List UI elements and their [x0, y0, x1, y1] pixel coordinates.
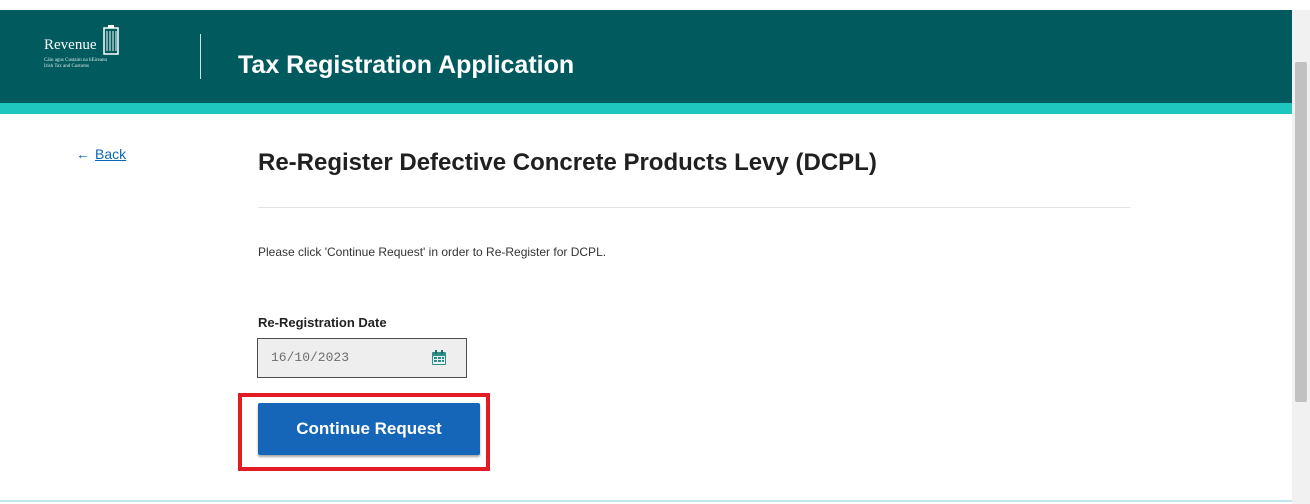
app-title: Tax Registration Application: [238, 51, 575, 79]
header-divider: [200, 34, 201, 79]
continue-request-button[interactable]: Continue Request: [258, 403, 480, 455]
instruction-text: Please click 'Continue Request' in order…: [258, 245, 607, 259]
calendar-icon[interactable]: [430, 349, 448, 367]
site-header: Revenue Cáin agus Custaim na hÉireann Ir…: [0, 10, 1292, 103]
revenue-logo[interactable]: Revenue Cáin agus Custaim na hÉireann Ir…: [44, 24, 174, 84]
logo-subtitle: Cáin agus Custaim na hÉireann Irish Tax …: [44, 58, 107, 70]
scrollbar-thumb[interactable]: [1295, 62, 1307, 402]
footer-divider: [0, 500, 1292, 502]
logo-subtitle-english: Irish Tax and Customs: [44, 64, 89, 69]
page-title: Re-Register Defective Concrete Products …: [258, 149, 877, 176]
back-label: Back: [95, 146, 127, 162]
re-registration-date-label: Re-Registration Date: [258, 315, 387, 330]
logo-name: Revenue: [44, 37, 97, 53]
re-registration-date-field[interactable]: 16/10/2023: [257, 338, 467, 378]
left-arrow-icon: ←: [76, 146, 90, 162]
top-strip: [0, 0, 1310, 10]
back-link[interactable]: ← Back: [76, 146, 126, 162]
harp-icon: [103, 25, 119, 55]
date-value: 16/10/2023: [271, 350, 350, 365]
header-accent-bar: [0, 103, 1292, 114]
title-divider: [258, 207, 1130, 208]
